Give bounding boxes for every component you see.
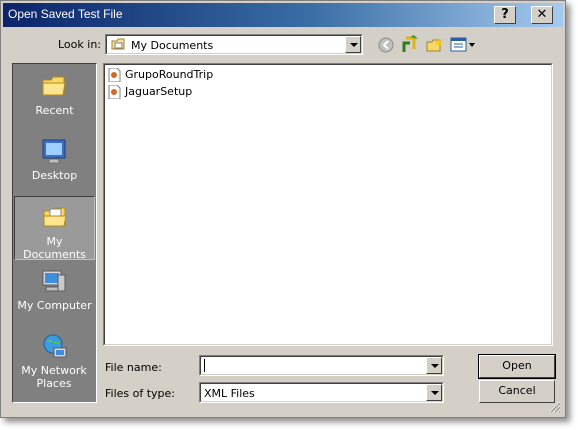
title-bar[interactable]: Open Saved Test File ? ✕	[3, 3, 563, 27]
place-desktop[interactable]: Desktop	[14, 131, 95, 195]
my-documents-folder-icon	[43, 207, 67, 227]
desktop-icon	[42, 139, 66, 164]
my-computer-icon	[42, 270, 66, 292]
text-cursor	[204, 359, 205, 372]
xml-file-icon	[108, 85, 121, 99]
create-new-folder-icon[interactable]	[426, 37, 444, 53]
place-label: Desktop	[31, 169, 78, 182]
file-name: JaguarSetup	[125, 85, 193, 98]
look-in-value: My Documents	[131, 39, 214, 52]
file-name: GrupoRoundTrip	[125, 68, 214, 81]
place-my-documents[interactable]: My Documents	[14, 196, 95, 261]
place-my-computer[interactable]: My Computer	[14, 261, 95, 325]
up-one-level-icon[interactable]	[402, 35, 420, 54]
file-name-label: File name:	[105, 361, 162, 374]
place-network[interactable]: My Network Places	[14, 326, 95, 400]
recent-folder-icon	[42, 76, 66, 96]
file-type-dropdown-arrow[interactable]	[426, 384, 442, 401]
back-icon[interactable]	[378, 37, 395, 54]
places-bar: Recent Desktop My Documents My Computer …	[12, 63, 97, 403]
resize-grip-icon[interactable]	[549, 401, 561, 413]
file-type-label: Files of type:	[105, 387, 176, 400]
view-menu-icon[interactable]	[450, 37, 476, 53]
file-type-dropdown[interactable]: XML Files	[199, 382, 444, 403]
look-in-dropdown[interactable]: My Documents	[105, 34, 363, 55]
open-button[interactable]: Open	[478, 354, 556, 379]
close-button[interactable]: ✕	[531, 6, 553, 24]
help-button[interactable]: ?	[494, 6, 516, 24]
file-name-dropdown-arrow[interactable]	[426, 357, 442, 374]
look-in-dropdown-arrow[interactable]	[345, 36, 361, 53]
open-file-dialog: Open Saved Test File ? ✕ Look in: My Doc…	[0, 0, 566, 418]
look-in-label: Look in:	[58, 38, 101, 51]
cancel-button[interactable]: Cancel	[479, 380, 555, 403]
network-places-icon	[43, 334, 67, 358]
place-label: Recent	[35, 104, 74, 117]
my-documents-folder-icon	[111, 38, 125, 50]
place-recent[interactable]: Recent	[14, 66, 95, 130]
place-label: My Network Places	[21, 364, 87, 390]
xml-file-icon	[108, 68, 121, 82]
place-label: My Documents	[23, 235, 86, 261]
file-name-input[interactable]	[199, 355, 444, 376]
file-type-value: XML Files	[204, 387, 255, 400]
window-title: Open Saved Test File	[8, 7, 123, 21]
place-label: My Computer	[17, 299, 92, 312]
file-list[interactable]: GrupoRoundTrip JaguarSetup	[103, 63, 553, 346]
